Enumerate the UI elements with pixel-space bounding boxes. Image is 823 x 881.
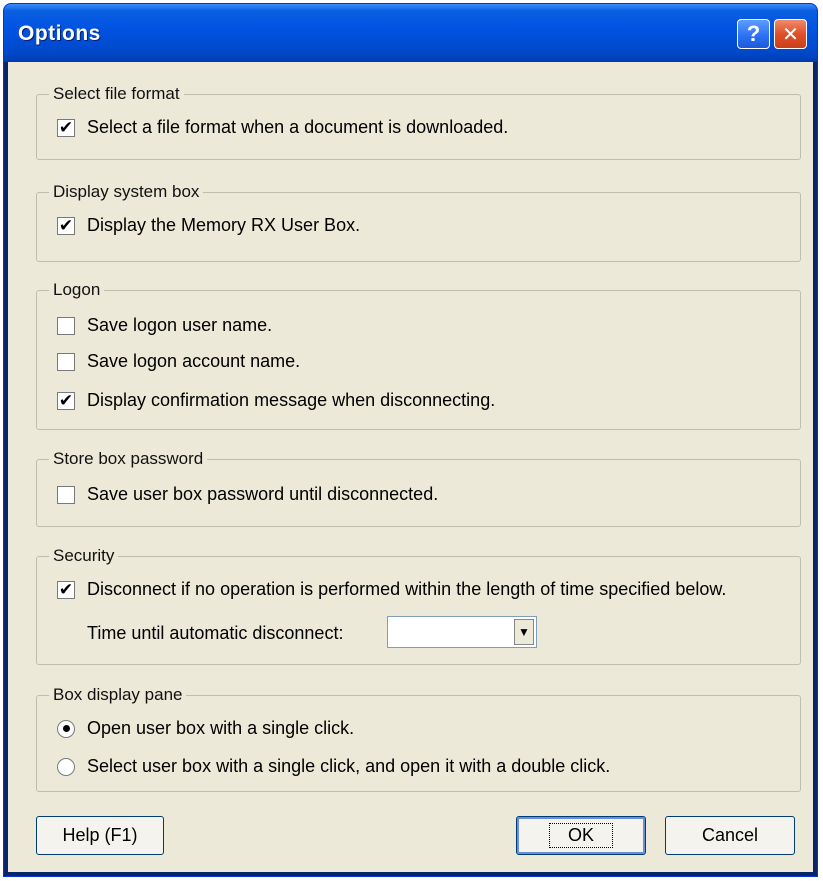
close-icon[interactable]: ✕ bbox=[774, 19, 807, 49]
ok-button[interactable]: OK bbox=[516, 816, 646, 855]
group-title: Display system box bbox=[49, 182, 204, 202]
group-title: Box display pane bbox=[49, 685, 187, 705]
checkbox-confirm-disconnect[interactable]: ✔ Display confirmation message when disc… bbox=[57, 390, 495, 411]
checkbox-label: Disconnect if no operation is performed … bbox=[87, 579, 727, 599]
checkbox-checked-icon[interactable]: ✔ bbox=[57, 580, 75, 599]
chevron-down-icon[interactable]: ▼ bbox=[514, 619, 534, 645]
checkbox-label: Display confirmation message when discon… bbox=[87, 390, 496, 410]
group-store-password: Store box password Save user box passwor… bbox=[36, 449, 801, 527]
checkbox-unchecked-icon[interactable] bbox=[57, 352, 75, 371]
cancel-button[interactable]: Cancel bbox=[665, 816, 795, 855]
checkbox-select-file-format[interactable]: ✔ Select a file format when a document i… bbox=[57, 117, 508, 138]
checkbox-label: Display the Memory RX User Box. bbox=[87, 215, 361, 235]
radio-label: Select user box with a single click, and… bbox=[87, 756, 611, 776]
checkbox-label: Select a file format when a document is … bbox=[87, 117, 509, 137]
timeout-label: Time until automatic disconnect: bbox=[87, 623, 344, 643]
dialog-body: Select file format ✔ Select a file forma… bbox=[8, 62, 813, 872]
group-file-format: Select file format ✔ Select a file forma… bbox=[36, 84, 801, 160]
radio-unselected-icon[interactable] bbox=[57, 757, 75, 776]
help-button[interactable]: Help (F1) bbox=[36, 816, 164, 855]
checkbox-label: Save user box password until disconnecte… bbox=[87, 484, 439, 504]
radio-single-click-open[interactable]: Open user box with a single click. bbox=[57, 718, 354, 739]
group-title: Store box password bbox=[49, 449, 208, 469]
checkbox-unchecked-icon[interactable] bbox=[57, 485, 75, 504]
radio-dot bbox=[62, 725, 70, 732]
group-logon: Logon Save logon user name. Save logon a… bbox=[36, 280, 801, 430]
title-bar[interactable]: Options ? ✕ bbox=[4, 4, 817, 62]
radio-double-click-open[interactable]: Select user box with a single click, and… bbox=[57, 756, 610, 777]
checkbox-save-user-name[interactable]: Save logon user name. bbox=[57, 315, 272, 336]
group-title: Select file format bbox=[49, 84, 184, 104]
checkbox-label: Save logon account name. bbox=[87, 351, 301, 371]
radio-label: Open user box with a single click. bbox=[87, 718, 355, 738]
checkbox-checked-icon[interactable]: ✔ bbox=[57, 118, 75, 137]
group-title: Security bbox=[49, 546, 119, 566]
group-security: Security ✔ Disconnect if no operation is… bbox=[36, 546, 801, 665]
checkbox-save-account-name[interactable]: Save logon account name. bbox=[57, 351, 300, 372]
dialog-title: Options bbox=[18, 22, 101, 45]
checkbox-unchecked-icon[interactable] bbox=[57, 316, 75, 335]
group-box-display-pane: Box display pane Open user box with a si… bbox=[36, 685, 801, 792]
group-title: Logon bbox=[49, 280, 105, 300]
checkbox-save-password[interactable]: Save user box password until disconnecte… bbox=[57, 484, 438, 505]
radio-selected-icon[interactable] bbox=[57, 719, 75, 738]
checkbox-checked-icon[interactable]: ✔ bbox=[57, 216, 75, 235]
checkbox-label: Save logon user name. bbox=[87, 315, 273, 335]
ok-button-label: OK bbox=[548, 823, 613, 848]
checkbox-display-user-box[interactable]: ✔ Display the Memory RX User Box. bbox=[57, 215, 360, 236]
checkbox-checked-icon[interactable]: ✔ bbox=[57, 391, 75, 410]
timeout-dropdown[interactable]: ▼ bbox=[387, 616, 537, 648]
options-dialog: Options ? ✕ Select file format ✔ Select … bbox=[3, 3, 818, 877]
group-display-system-box: Display system box ✔ Display the Memory … bbox=[36, 182, 801, 262]
help-icon[interactable]: ? bbox=[737, 19, 770, 49]
checkbox-auto-disconnect[interactable]: ✔ Disconnect if no operation is performe… bbox=[57, 579, 726, 600]
